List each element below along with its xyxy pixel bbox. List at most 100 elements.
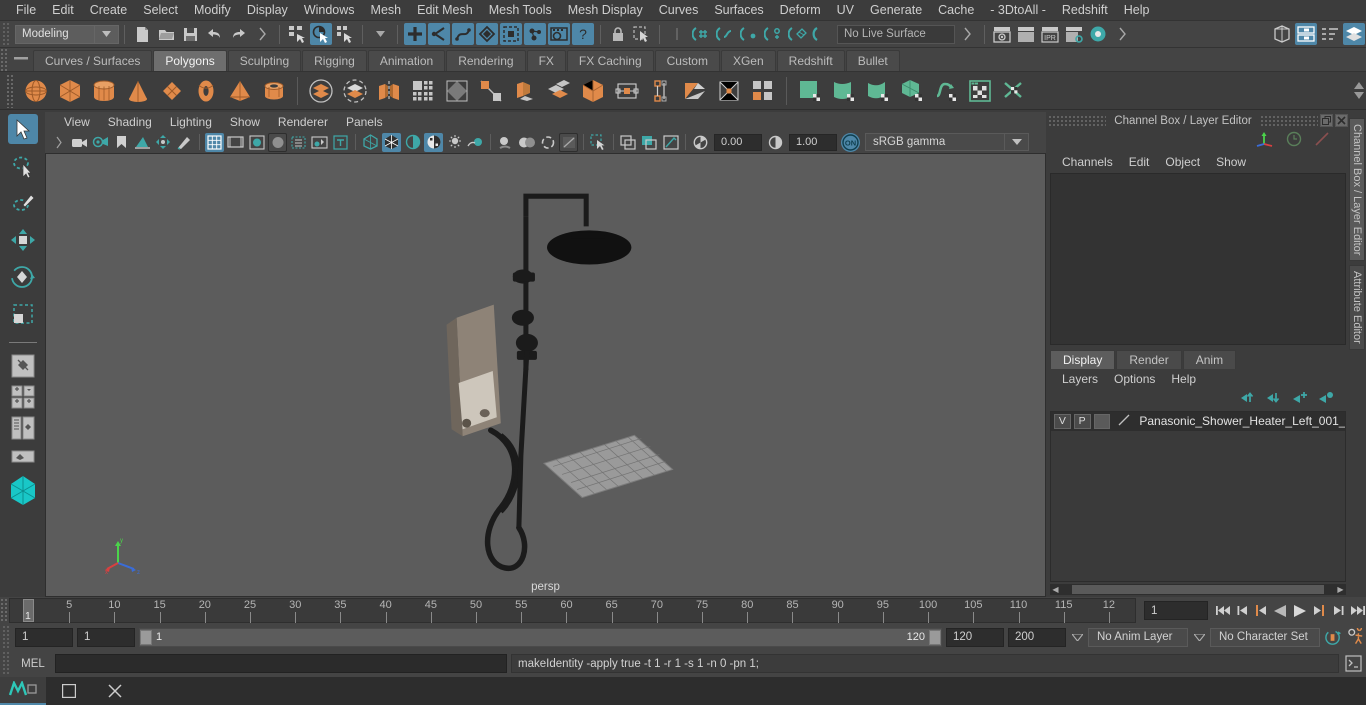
toggle-film-gate-icon[interactable]: [226, 133, 245, 152]
poly-torus-icon[interactable]: [190, 75, 222, 107]
shelf-menu-icon[interactable]: [9, 48, 33, 71]
snap-collapse-icon[interactable]: [666, 23, 688, 45]
poly-cube-icon[interactable]: [54, 75, 86, 107]
current-frame-field[interactable]: 1: [1144, 601, 1208, 620]
lock-selection-icon[interactable]: [607, 23, 629, 45]
layer-menu-options[interactable]: Options: [1106, 372, 1163, 386]
play-forwards-icon[interactable]: [1290, 601, 1309, 621]
menu-item-display[interactable]: Display: [239, 0, 296, 21]
taskbar-close-icon[interactable]: [92, 677, 138, 705]
scroll-right-icon[interactable]: ▶: [1335, 584, 1346, 595]
toggle-channel-box-icon[interactable]: [1319, 23, 1341, 45]
poly-boolean-difference-icon[interactable]: [339, 75, 371, 107]
animation-preferences-icon[interactable]: [1347, 627, 1366, 647]
menu-item-surfaces[interactable]: Surfaces: [706, 0, 771, 21]
poly-bridge-icon[interactable]: [645, 75, 677, 107]
shelf-tab-rigging[interactable]: Rigging: [302, 50, 367, 71]
shader-ball-preview-icon[interactable]: [8, 476, 38, 505]
layer-row[interactable]: V P Panasonic_Shower_Heater_Left_001_l: [1051, 411, 1345, 431]
shelf-tab-redshift[interactable]: Redshift: [776, 50, 845, 71]
step-back-key-icon[interactable]: [1233, 601, 1252, 621]
layer-list[interactable]: V P Panasonic_Shower_Heater_Left_001_l: [1050, 410, 1346, 582]
menu-item-generate[interactable]: Generate: [862, 0, 930, 21]
panel-snapshot-icon[interactable]: [661, 133, 680, 152]
character-set-chevron-down-icon[interactable]: [1192, 628, 1206, 647]
menu-set-chevron-down-icon[interactable]: [95, 24, 119, 44]
command-line-grip[interactable]: [2, 651, 11, 676]
toggle-modeling-toolkit-icon[interactable]: [1271, 23, 1293, 45]
uv-cylindrical-map-icon[interactable]: [828, 75, 860, 107]
select-tool-icon[interactable]: [7, 114, 38, 144]
two-d-pan-zoom-icon[interactable]: [154, 133, 173, 152]
make-live-icon[interactable]: [810, 23, 832, 45]
layer-tab-anim[interactable]: Anim: [1182, 349, 1237, 369]
layer-color-swatch[interactable]: [1093, 413, 1111, 429]
range-slider-grip[interactable]: [2, 624, 11, 650]
hypershade-icon[interactable]: [1087, 23, 1109, 45]
layer-name-label[interactable]: Panasonic_Shower_Heater_Left_001_l: [1135, 414, 1345, 428]
paint-select-tool-icon[interactable]: [8, 188, 38, 218]
smooth-shade-all-icon[interactable]: [268, 132, 287, 152]
panel-copy-icon[interactable]: [619, 133, 638, 152]
exposure-field[interactable]: 0.00: [714, 133, 762, 151]
shelf-tab-animation[interactable]: Animation: [367, 50, 446, 71]
select-rendering-icon[interactable]: [548, 23, 570, 45]
select-surfaces-icon[interactable]: [476, 23, 498, 45]
channel-box-undock-icon[interactable]: [1320, 114, 1333, 127]
layer-visibility-toggle[interactable]: V: [1054, 413, 1071, 429]
shelf-tab-sculpting[interactable]: Sculpting: [227, 50, 302, 71]
channel-menu-edit[interactable]: Edit: [1121, 155, 1158, 169]
live-surface-field[interactable]: No Live Surface: [837, 24, 955, 44]
script-editor-icon[interactable]: [1343, 654, 1363, 674]
open-scene-icon[interactable]: [155, 23, 177, 45]
range-end-handle[interactable]: [929, 629, 941, 645]
camera-attributes-icon[interactable]: [91, 133, 110, 152]
shelf-tab-bullet[interactable]: Bullet: [845, 50, 900, 71]
viewport-toolbar-collapse-icon[interactable]: [49, 133, 68, 152]
menu-item-uv[interactable]: UV: [829, 0, 862, 21]
menu-item-create[interactable]: Create: [82, 0, 136, 21]
select-dynamics-icon[interactable]: [524, 23, 546, 45]
viewport-menu-shading[interactable]: Shading: [99, 115, 161, 129]
taskbar-window-icon[interactable]: [46, 677, 92, 705]
playback-start-time-field[interactable]: 1: [77, 627, 135, 647]
menu-item-cache[interactable]: Cache: [930, 0, 982, 21]
poly-wedge-icon[interactable]: [679, 75, 711, 107]
use-all-lights-icon[interactable]: [466, 133, 485, 152]
select-by-object-type-icon[interactable]: [310, 23, 332, 45]
poly-smooth-icon[interactable]: [407, 75, 439, 107]
uv-automatic-map-icon[interactable]: [896, 75, 928, 107]
menu-item-file[interactable]: File: [8, 0, 44, 21]
go-to-start-icon[interactable]: [1214, 601, 1233, 621]
poly-extrude-icon[interactable]: [509, 75, 541, 107]
shelf-tab-fx[interactable]: FX: [526, 50, 566, 71]
layer-menu-layers[interactable]: Layers: [1054, 372, 1106, 386]
menu-item-edit[interactable]: Edit: [44, 0, 82, 21]
poly-combine-icon[interactable]: [441, 75, 473, 107]
isolate-select-icon[interactable]: [589, 133, 608, 152]
poly-quadrangulate-icon[interactable]: [747, 75, 779, 107]
ambient-occlusion-icon[interactable]: [517, 133, 536, 152]
xray-display-icon[interactable]: [361, 133, 380, 152]
layer-tab-render[interactable]: Render: [1116, 349, 1182, 369]
viewport-menu-renderer[interactable]: Renderer: [269, 115, 337, 129]
menu-item-edit-mesh[interactable]: Edit Mesh: [409, 0, 481, 21]
menu-item-mesh-tools[interactable]: Mesh Tools: [481, 0, 560, 21]
channel-clock-icon[interactable]: [1286, 131, 1302, 150]
menu-item-select[interactable]: Select: [135, 0, 186, 21]
shaded-display-icon[interactable]: [247, 133, 266, 152]
taskbar-maya-app-icon[interactable]: [0, 677, 46, 705]
channel-menu-object[interactable]: Object: [1157, 155, 1208, 169]
poly-append-icon[interactable]: [577, 75, 609, 107]
statusline-grip[interactable]: [2, 21, 11, 47]
xray-active-components-icon[interactable]: [403, 133, 422, 152]
color-profile-field[interactable]: sRGB gamma: [865, 133, 1005, 151]
animation-start-time-field[interactable]: 1: [15, 627, 73, 647]
step-forward-frame-icon[interactable]: [1309, 601, 1328, 621]
side-tab-attribute-editor[interactable]: Attribute Editor: [1349, 265, 1365, 351]
transform-axes-icon[interactable]: [1256, 131, 1274, 150]
auto-keyframe-toggle-icon[interactable]: [1324, 627, 1343, 647]
use-default-lighting-icon[interactable]: [445, 133, 464, 152]
select-camera-icon[interactable]: [70, 133, 89, 152]
uv-spherical-map-icon[interactable]: [862, 75, 894, 107]
